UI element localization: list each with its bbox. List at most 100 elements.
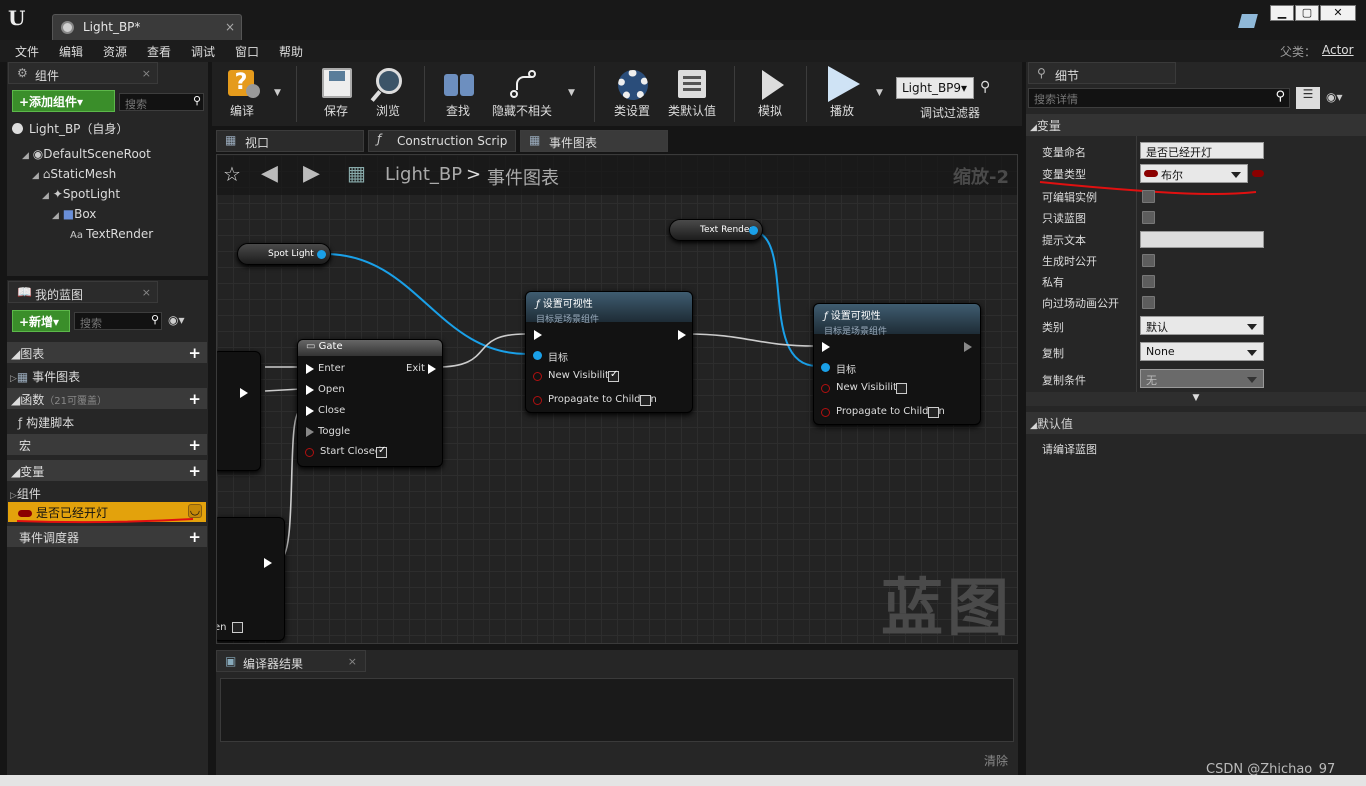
partial-node-bottom[interactable]: en (217, 517, 285, 641)
add-variable-icon[interactable]: + (188, 462, 201, 480)
partial-checkbox[interactable] (232, 622, 243, 633)
tree-item-box[interactable]: ◢ ■Box (52, 207, 96, 221)
category-event-dispatchers[interactable]: 事件调度器 + (7, 526, 207, 547)
propagate-pin[interactable] (821, 408, 830, 417)
new-visibility-checkbox[interactable] (608, 369, 619, 382)
object-out-pin[interactable] (749, 226, 758, 235)
close-components-icon[interactable]: × (142, 67, 151, 80)
target-pin[interactable] (533, 351, 542, 360)
variable-name-input[interactable]: 是否已经开灯 (1140, 142, 1264, 159)
add-macro-icon[interactable]: + (188, 436, 201, 454)
debug-search-icon[interactable]: ⚲ (980, 79, 990, 95)
menu-debug[interactable]: 调试 (191, 43, 215, 60)
new-visibility-checkbox[interactable] (896, 383, 907, 394)
section-variable[interactable]: ◢变量 (1026, 114, 1366, 136)
item-components-category[interactable]: ▷组件 (10, 485, 41, 502)
new-visibility-pin[interactable] (533, 372, 542, 381)
expand-arrow-icon[interactable]: ◢ (52, 211, 59, 221)
hide-options-chevron-down-icon[interactable]: ▼ (568, 88, 575, 98)
class-defaults-button[interactable]: 类默认值 (664, 64, 720, 124)
compiler-results-tab[interactable]: ▣ 编译器结果 × (216, 650, 366, 672)
visibility-eye-icon[interactable]: ◉▾ (1326, 90, 1343, 104)
category-variables[interactable]: ◢变量 + (7, 460, 207, 481)
minimize-button[interactable]: ▁ (1270, 5, 1294, 21)
tab-construction-script[interactable]: ƒ Construction Scrip (368, 130, 516, 152)
compile-button[interactable]: ? 编译 (220, 64, 264, 124)
browse-button[interactable]: 浏览 (366, 64, 410, 124)
item-event-graph[interactable]: ▷▦ 事件图表 (10, 368, 80, 385)
exec-in-pin[interactable] (534, 330, 542, 340)
instance-editable-checkbox[interactable] (1142, 190, 1155, 203)
category-select[interactable]: 默认 (1140, 316, 1264, 335)
set-visibility-node-2[interactable]: ƒ 设置可视性 目标是场景组件 目标 New Visibility Propaga… (813, 303, 981, 425)
exit-exec-pin[interactable] (428, 364, 436, 374)
details-tab[interactable]: ⚲ 细节 (1028, 62, 1176, 84)
add-new-button[interactable]: +新增▾ (12, 310, 70, 332)
simulate-button[interactable]: 模拟 (748, 64, 792, 124)
category-graphs[interactable]: ◢图表 + (7, 342, 207, 363)
close-my-blueprint-icon[interactable]: × (142, 286, 151, 299)
tree-item-spotlight[interactable]: ◢ ✦SpotLight (42, 187, 120, 201)
start-closed-bool-pin[interactable] (305, 448, 314, 457)
tree-item-defaultsceneroot[interactable]: ◢ ◉DefaultSceneRoot (22, 147, 151, 161)
property-matrix-icon[interactable]: ☰ (1296, 87, 1320, 109)
exec-in-pin[interactable] (822, 342, 830, 352)
menu-file[interactable]: 文件 (15, 43, 39, 60)
menu-edit[interactable]: 编辑 (59, 43, 83, 60)
expand-arrow-icon[interactable]: ◢ (22, 151, 29, 161)
play-button[interactable]: 播放 (820, 64, 864, 124)
add-component-button[interactable]: +添加组件▾ (12, 90, 115, 112)
category-functions[interactable]: ◢函数（21可覆盖） + (7, 388, 207, 409)
save-button[interactable]: 保存 (314, 64, 358, 124)
parent-class-link[interactable]: Actor (1322, 43, 1354, 57)
component-search-input[interactable]: 搜索 ⚲ (119, 93, 204, 111)
blueprint-search-input[interactable]: 搜索 ⚲ (74, 312, 162, 330)
start-closed-checkbox[interactable] (376, 445, 387, 458)
object-out-pin[interactable] (317, 250, 326, 259)
expose-on-spawn-checkbox[interactable] (1142, 254, 1155, 267)
maximize-button[interactable]: ▢ (1295, 5, 1319, 21)
component-self[interactable]: Light_BP（自身） (12, 120, 128, 137)
exec-out-pin[interactable] (240, 388, 248, 398)
menu-window[interactable]: 窗口 (235, 43, 259, 60)
expose-cinematics-checkbox[interactable] (1142, 296, 1155, 309)
document-tab[interactable]: Light_BP* × (52, 14, 242, 40)
menu-view[interactable]: 查看 (147, 43, 171, 60)
exec-out-pin[interactable] (964, 342, 972, 352)
container-type-icon[interactable] (1252, 170, 1264, 177)
debug-object-select[interactable]: Light_BP9▾ (896, 77, 974, 99)
find-button[interactable]: 查找 (436, 64, 480, 124)
partial-node-top[interactable] (217, 351, 261, 471)
private-checkbox[interactable] (1142, 275, 1155, 288)
exec-out-pin[interactable] (264, 558, 272, 568)
class-settings-button[interactable]: 类设置 (610, 64, 654, 124)
close-exec-pin[interactable] (306, 406, 314, 416)
item-construction-script[interactable]: ƒ 构建脚本 (18, 414, 74, 431)
details-search-input[interactable]: 搜索详情 ⚲ (1028, 88, 1290, 108)
propagate-checkbox[interactable] (928, 407, 939, 418)
tooltip-input[interactable] (1140, 231, 1264, 248)
tab-event-graph[interactable]: ▦ 事件图表 (520, 130, 668, 152)
clear-button[interactable]: 清除 (984, 752, 1008, 769)
close-tab-icon[interactable]: × (225, 20, 235, 34)
add-dispatcher-icon[interactable]: + (188, 528, 201, 546)
category-macros[interactable]: 宏 + (7, 434, 207, 455)
expand-arrow-icon[interactable]: ◢ (32, 171, 39, 181)
expand-arrow-icon[interactable]: ▷ (10, 491, 17, 501)
textrender-variable-node[interactable]: Text Render (669, 219, 763, 241)
add-function-icon[interactable]: + (188, 390, 201, 408)
open-exec-pin[interactable] (306, 385, 314, 395)
section-default-value[interactable]: ◢默认值 (1026, 412, 1366, 434)
set-visibility-node-1[interactable]: ƒ 设置可视性目标是场景组件 目标 New Visibility Propaga… (525, 291, 693, 413)
tree-item-staticmesh[interactable]: ◢ ⌂StaticMesh (32, 167, 116, 181)
compile-options-chevron-down-icon[interactable]: ▼ (274, 88, 281, 98)
advanced-expand-chevron-down-icon[interactable]: ▼ (1026, 392, 1366, 406)
toggle-exec-pin[interactable] (306, 427, 314, 437)
target-pin[interactable] (821, 363, 830, 372)
propagate-pin[interactable] (533, 396, 542, 405)
graph-canvas[interactable]: ☆ ◀ ▶ ▦ Light_BP > 事件图表 缩放-2 en Spot Lig… (216, 154, 1018, 644)
my-blueprint-tab[interactable]: 📖 我的蓝图 × (8, 281, 158, 303)
close-window-button[interactable]: ✕ (1320, 5, 1356, 21)
eye-icon[interactable]: ◉▾ (168, 313, 185, 327)
expand-arrow-icon[interactable]: ◢ (42, 191, 49, 201)
